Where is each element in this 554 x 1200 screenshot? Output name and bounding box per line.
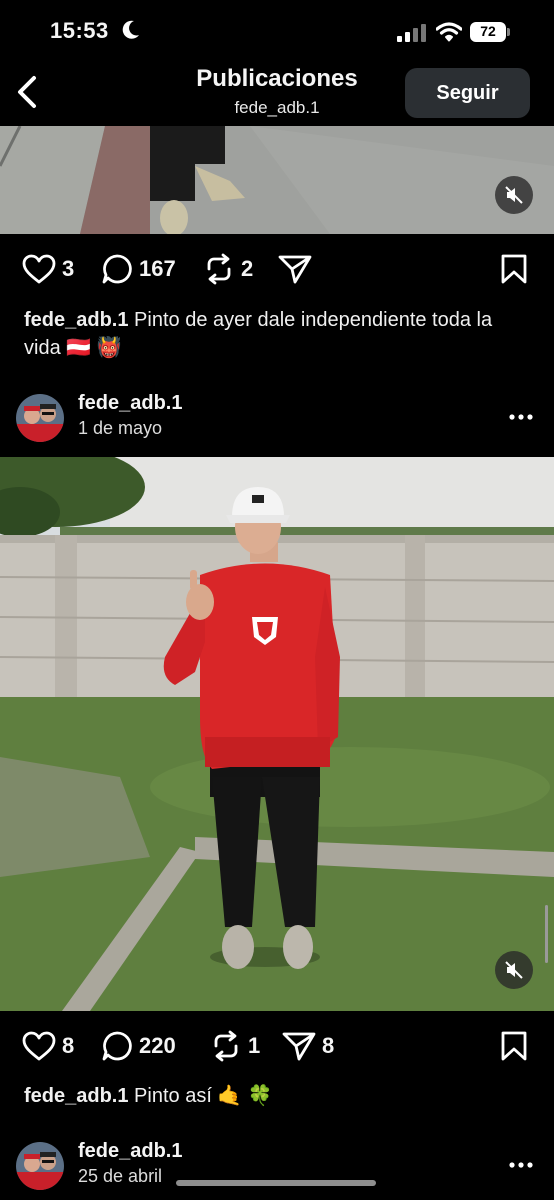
comment-button[interactable]: 220 [101, 1023, 176, 1069]
post-date: 25 de abril [78, 1166, 163, 1186]
post-username[interactable]: fede_adb.1 [78, 1140, 182, 1163]
save-button[interactable] [500, 246, 528, 292]
wifi-icon [435, 22, 463, 47]
like-button[interactable]: 3 [22, 246, 74, 292]
avatar[interactable] [16, 1142, 64, 1190]
page-header: Publicaciones fede_adb.1 Seguir [0, 62, 554, 126]
like-button[interactable]: 8 [22, 1023, 74, 1069]
signal-icon [397, 24, 427, 47]
bookmark-icon [500, 1030, 528, 1062]
post-caption: fede_adb.1 Pinto de ayer dale independie… [24, 306, 534, 362]
follow-button[interactable]: Seguir [405, 68, 530, 118]
battery-level: 72 [480, 23, 496, 39]
repost-count: 1 [248, 1033, 261, 1058]
repost-icon [210, 1030, 242, 1062]
post-media-video[interactable] [0, 457, 554, 1011]
video-frame [0, 457, 554, 1011]
more-icon[interactable] [508, 1152, 534, 1183]
post-username[interactable]: fede_adb.1 [78, 392, 182, 415]
share-button[interactable] [278, 246, 312, 292]
more-icon[interactable] [508, 404, 534, 435]
muted-speaker-icon[interactable] [495, 176, 533, 214]
send-icon [282, 1030, 316, 1062]
home-indicator[interactable] [176, 1180, 376, 1186]
send-icon [278, 253, 312, 285]
share-count: 8 [322, 1033, 335, 1058]
post-header: fede_adb.1 1 de mayo [0, 388, 554, 448]
comment-button[interactable]: 167 [101, 246, 176, 292]
comment-count: 220 [139, 1033, 176, 1058]
share-button[interactable]: 8 [282, 1023, 334, 1069]
comment-count: 167 [139, 256, 176, 281]
repost-button[interactable]: 2 [203, 246, 253, 292]
comment-icon [101, 253, 133, 285]
repost-button[interactable]: 1 [210, 1023, 260, 1069]
moon-icon [122, 20, 140, 45]
save-button[interactable] [500, 1023, 528, 1069]
post-actions: 8 220 1 8 [0, 1023, 554, 1069]
caption-username[interactable]: fede_adb.1 [24, 309, 128, 331]
video-frame [0, 126, 554, 234]
caption-username[interactable]: fede_adb.1 [24, 1085, 128, 1107]
comment-icon [101, 1030, 133, 1062]
repost-count: 2 [241, 256, 254, 281]
like-count: 8 [62, 1033, 75, 1058]
battery-indicator: 72 [470, 22, 510, 42]
heart-icon [22, 1031, 56, 1061]
post-caption: fede_adb.1 Pinto así 🤙 🍀 [24, 1082, 534, 1110]
post-actions: 3 167 2 [0, 246, 554, 292]
like-count: 3 [62, 256, 75, 281]
heart-icon [22, 254, 56, 284]
post-date: 1 de mayo [78, 418, 163, 438]
muted-speaker-icon[interactable] [495, 951, 533, 989]
scrollbar[interactable] [545, 905, 548, 963]
repost-icon [203, 253, 235, 285]
status-time: 15:53 [50, 18, 109, 43]
bookmark-icon [500, 253, 528, 285]
post-header: fede_adb.1 25 de abril [0, 1136, 554, 1196]
post-media-video[interactable] [0, 126, 554, 234]
avatar[interactable] [16, 394, 64, 442]
caption-text: Pinto así 🤙 🍀 [134, 1085, 273, 1107]
status-bar: 15:53 72 [0, 0, 554, 62]
